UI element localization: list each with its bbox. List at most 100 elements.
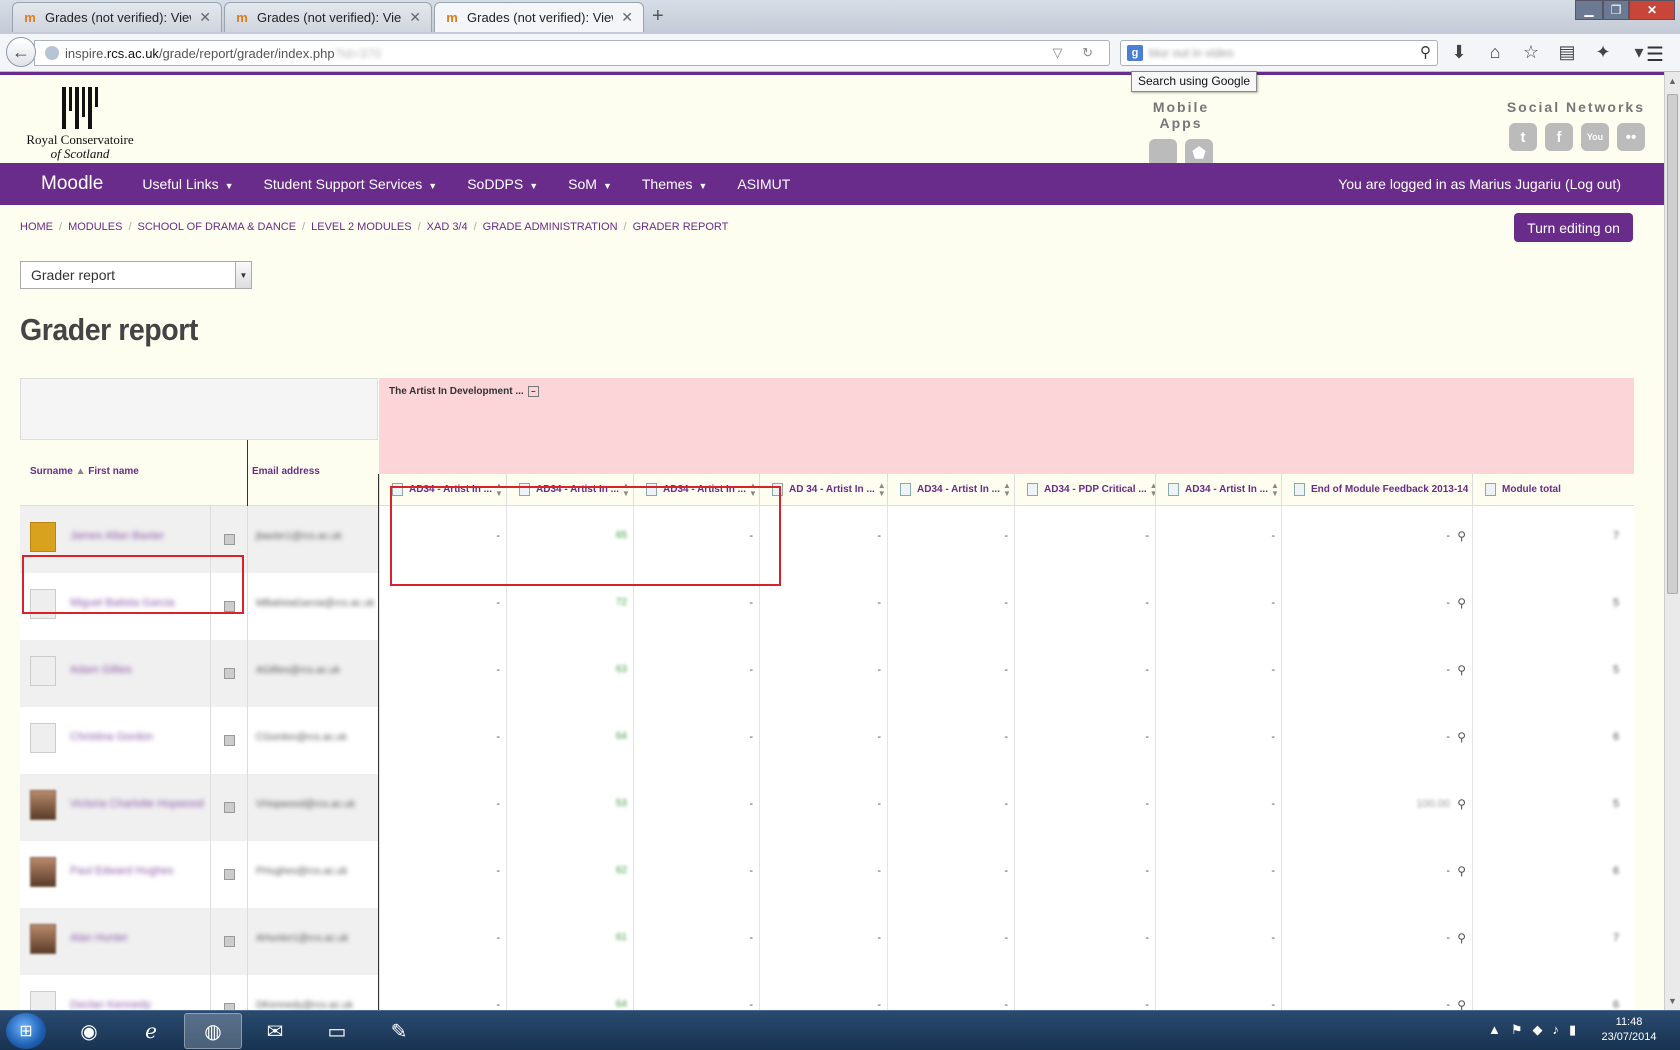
- grade-cell[interactable]: - ⚲: [1281, 640, 1472, 707]
- avatar[interactable]: [30, 656, 56, 686]
- grade-cell[interactable]: -: [887, 640, 1014, 707]
- flickr-icon[interactable]: ••: [1617, 123, 1645, 151]
- grade-cell[interactable]: - ⚲: [1281, 908, 1472, 975]
- grade-cell[interactable]: -: [1014, 640, 1155, 707]
- url-actions-icons[interactable]: ▽ ↻: [1052, 45, 1101, 61]
- single-view-icon[interactable]: [224, 936, 235, 947]
- scroll-down-icon[interactable]: ▼: [1668, 996, 1677, 1006]
- grade-cell[interactable]: -: [379, 975, 506, 1010]
- grade-cell[interactable]: -: [633, 640, 759, 707]
- grade-analysis-icon[interactable]: ⚲: [1457, 864, 1466, 878]
- grade-item-header-7[interactable]: AD34 - Artist In ... ▲ ▼: [1155, 474, 1281, 506]
- grade-cell[interactable]: -: [759, 841, 887, 908]
- grade-cell[interactable]: -: [379, 774, 506, 841]
- facebook-icon[interactable]: f: [1545, 123, 1573, 151]
- grade-cell[interactable]: 6: [1472, 975, 1634, 1010]
- single-view-icon[interactable]: [224, 1003, 235, 1010]
- grade-cell[interactable]: -: [887, 774, 1014, 841]
- downloads-icon[interactable]: ⬇: [1448, 42, 1470, 63]
- maximize-window-icon[interactable]: ❐: [1603, 0, 1629, 20]
- grade-cell[interactable]: -: [633, 774, 759, 841]
- grade-item-header-2[interactable]: AD34 - Artist In ... ▲ ▼: [506, 474, 633, 506]
- single-view-icon[interactable]: [224, 735, 235, 746]
- firefox-icon[interactable]: ◍: [184, 1013, 242, 1049]
- grade-cell[interactable]: 62: [506, 841, 633, 908]
- grade-cell[interactable]: -: [759, 707, 887, 774]
- grade-cell[interactable]: -: [1155, 975, 1281, 1010]
- grade-analysis-icon[interactable]: ⚲: [1457, 998, 1466, 1010]
- avatar[interactable]: [30, 991, 56, 1010]
- grade-analysis-icon[interactable]: ⚲: [1457, 931, 1466, 945]
- nav-som[interactable]: SoM ▼: [553, 176, 627, 192]
- grade-cell[interactable]: -: [887, 506, 1014, 573]
- youtube-icon[interactable]: You: [1581, 123, 1609, 151]
- student-name-link[interactable]: Miguel Batista Garcia: [70, 597, 175, 609]
- nav-asimut[interactable]: ASIMUT: [722, 176, 805, 192]
- single-view-icon[interactable]: [224, 869, 235, 880]
- grade-cell[interactable]: -: [759, 506, 887, 573]
- grade-cell[interactable]: 100.00 ⚲: [1281, 774, 1472, 841]
- action-center-icon[interactable]: ⚑: [1511, 1022, 1523, 1038]
- grade-cell[interactable]: - ⚲: [1281, 975, 1472, 1010]
- grade-cell[interactable]: -: [1155, 506, 1281, 573]
- grade-cell[interactable]: -: [1014, 841, 1155, 908]
- grade-cell[interactable]: -: [379, 573, 506, 640]
- breadcrumb-home[interactable]: HOME: [20, 221, 53, 233]
- grade-analysis-icon[interactable]: ⚲: [1457, 730, 1466, 744]
- bookmarks-list-icon[interactable]: ▤: [1556, 42, 1578, 63]
- grade-cell[interactable]: -: [1014, 774, 1155, 841]
- site-identity-icon[interactable]: [45, 46, 59, 60]
- student-name-link[interactable]: Alan Hunter: [70, 932, 128, 944]
- grade-item-header-5[interactable]: AD34 - Artist In ... ▲ ▼: [887, 474, 1014, 506]
- avatar[interactable]: [30, 723, 56, 753]
- grade-cell[interactable]: -: [887, 841, 1014, 908]
- dropbox-icon[interactable]: ◆: [1533, 1022, 1543, 1038]
- grade-cell[interactable]: -: [887, 975, 1014, 1010]
- explorer-icon[interactable]: ▭: [308, 1013, 366, 1049]
- minimize-window-icon[interactable]: ▁: [1575, 0, 1603, 20]
- grade-cell[interactable]: -: [379, 640, 506, 707]
- grade-cell[interactable]: 53: [506, 774, 633, 841]
- nav-student-support[interactable]: Student Support Services ▼: [249, 176, 453, 192]
- back-button[interactable]: ←: [6, 37, 36, 67]
- sort-arrows-icon[interactable]: ▲▼: [1271, 481, 1279, 498]
- sort-arrows-icon[interactable]: ▲▼: [1003, 481, 1011, 498]
- grade-cell[interactable]: - ⚲: [1281, 573, 1472, 640]
- ie-icon[interactable]: ℯ: [122, 1013, 180, 1049]
- system-clock[interactable]: 11:48 23/07/2014: [1594, 1015, 1664, 1045]
- nav-soddps[interactable]: SoDDPS ▼: [452, 176, 553, 192]
- nav-useful-links[interactable]: Useful Links ▼: [127, 176, 248, 192]
- close-window-icon[interactable]: ✕: [1629, 0, 1675, 20]
- grade-cell[interactable]: 64: [506, 707, 633, 774]
- grade-cell[interactable]: -: [1014, 707, 1155, 774]
- search-icon[interactable]: ⚲: [1420, 43, 1431, 61]
- breadcrumb-school[interactable]: SCHOOL OF DRAMA & DANCE: [138, 221, 297, 233]
- grade-cell[interactable]: -: [887, 573, 1014, 640]
- grade-cell[interactable]: -: [1014, 908, 1155, 975]
- grade-cell[interactable]: -: [759, 975, 887, 1010]
- sort-arrows-icon[interactable]: ▲▼: [749, 481, 757, 498]
- grade-cell[interactable]: - ⚲: [1281, 707, 1472, 774]
- grade-cell[interactable]: 65: [506, 506, 633, 573]
- grade-item-header-1[interactable]: AD34 - Artist In ... ▲ ▼: [379, 474, 506, 506]
- grade-cell[interactable]: 5: [1472, 640, 1634, 707]
- collapse-category-icon[interactable]: −: [527, 386, 539, 397]
- browser-tab-2[interactable]: m Grades (not verified): View ✕: [224, 2, 432, 32]
- student-name-link[interactable]: Declan Kennedy: [70, 999, 151, 1010]
- google-search-engine-icon[interactable]: g: [1127, 45, 1143, 61]
- twitter-icon[interactable]: t: [1509, 123, 1537, 151]
- avatar[interactable]: [30, 522, 56, 552]
- bookmark-star-icon[interactable]: ☆: [1520, 42, 1542, 63]
- show-hidden-icons-icon[interactable]: ▲: [1488, 1022, 1501, 1038]
- grade-cell[interactable]: 6: [1472, 707, 1634, 774]
- grade-analysis-icon[interactable]: ⚲: [1457, 596, 1466, 610]
- student-name-link[interactable]: Paul Edward Hughes: [70, 865, 173, 877]
- scroll-up-icon[interactable]: ▲: [1668, 76, 1677, 86]
- grade-cell[interactable]: -: [759, 908, 887, 975]
- breadcrumb-course[interactable]: XAD 3/4: [427, 221, 468, 233]
- grade-cell[interactable]: -: [1155, 841, 1281, 908]
- grade-cell[interactable]: -: [1155, 774, 1281, 841]
- grade-cell[interactable]: -: [1155, 707, 1281, 774]
- breadcrumb-modules[interactable]: MODULES: [68, 221, 122, 233]
- grade-cell[interactable]: -: [759, 640, 887, 707]
